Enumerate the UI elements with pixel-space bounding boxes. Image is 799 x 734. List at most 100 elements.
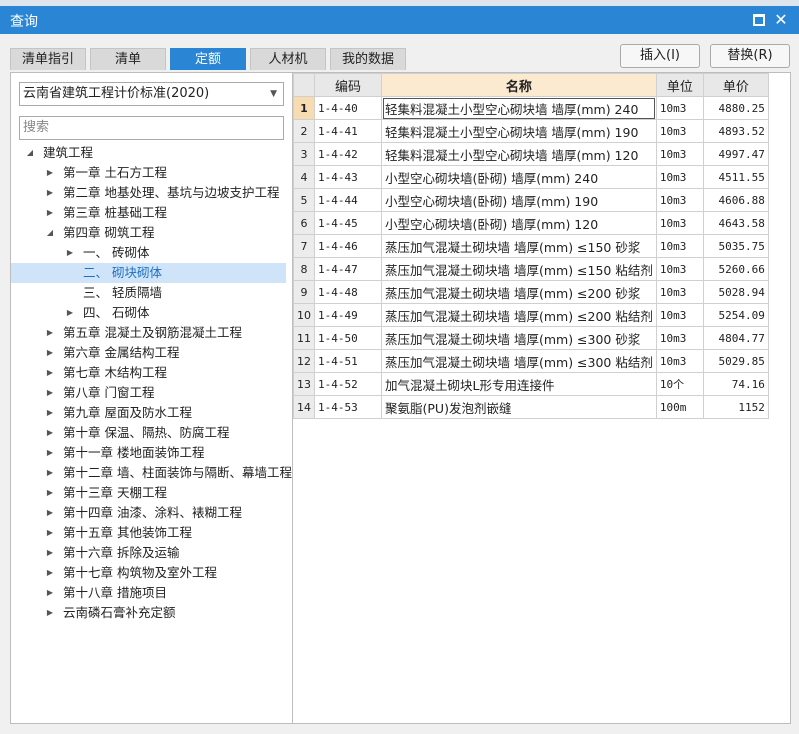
tree-node[interactable]: ◢ 第四章 砌筑工程 — [11, 223, 286, 243]
tree-node[interactable]: ▶ 第八章 门窗工程 — [11, 383, 286, 403]
column-header-unit[interactable]: 单位 — [655, 73, 704, 97]
table-row[interactable]: 10 1-4-49 蒸压加气混凝土砌块墙 墙厚(mm) ≤200 粘结剂 10m3 52… — [293, 303, 769, 327]
collapsed-arrow-icon[interactable]: ▶ — [45, 163, 55, 183]
column-header-name[interactable]: 名称 — [381, 73, 657, 97]
tree-node-label: 第八章 门窗工程 — [63, 385, 155, 400]
tab-quota[interactable]: 定额 — [170, 48, 246, 70]
tree-node[interactable]: 二、 砌块砌体 — [11, 263, 286, 283]
tree-node-label: 第九章 屋面及防水工程 — [63, 405, 192, 420]
table-row[interactable]: 11 1-4-50 蒸压加气混凝土砌块墙 墙厚(mm) ≤300 砂浆 10m3 480… — [293, 326, 769, 350]
collapsed-arrow-icon[interactable]: ▶ — [45, 403, 55, 423]
expanded-arrow-icon[interactable]: ◢ — [45, 223, 55, 243]
collapsed-arrow-icon[interactable]: ▶ — [45, 423, 55, 443]
tree-node[interactable]: ▶ 第十二章 墙、柱面装饰与隔断、幕墙工程 — [11, 463, 292, 483]
cell-unit: 10m3 — [655, 211, 704, 235]
tree-node[interactable]: ▶ 第七章 木结构工程 — [11, 363, 286, 383]
tree-node[interactable]: ▶ 云南磷石膏补充定额 — [11, 603, 286, 623]
table-row[interactable]: 4 1-4-43 小型空心砌块墙(卧砌) 墙厚(mm) 240 10m3 4511.55 — [293, 165, 769, 189]
tree-node[interactable]: ▶ 第五章 混凝土及钢筋混凝土工程 — [11, 323, 286, 343]
table-row[interactable]: 2 1-4-41 轻集料混凝土小型空心砌块墙 墙厚(mm) 190 10m3 4893.… — [293, 119, 769, 143]
tree-node[interactable]: ▶ 第三章 桩基础工程 — [11, 203, 286, 223]
cell-name: 蒸压加气混凝土砌块墙 墙厚(mm) ≤300 砂浆 — [381, 326, 657, 350]
tree-node[interactable]: ▶ 第六章 金属结构工程 — [11, 343, 286, 363]
tree-node[interactable]: ▶ 第十五章 其他装饰工程 — [11, 523, 286, 543]
collapsed-arrow-icon[interactable]: ▶ — [45, 363, 55, 383]
cell-idx: 10 — [293, 303, 315, 327]
insert-button[interactable]: 插入(I) — [620, 44, 700, 68]
tree-node[interactable]: 三、 轻质隔墙 — [11, 283, 286, 303]
table-row[interactable]: 12 1-4-51 蒸压加气混凝土砌块墙 墙厚(mm) ≤300 粘结剂 10m3 50… — [293, 349, 769, 373]
collapsed-arrow-icon[interactable]: ▶ — [45, 463, 55, 483]
cell-price: 4893.52 — [702, 119, 769, 143]
tree-node[interactable]: ▶ 第十六章 拆除及运输 — [11, 543, 286, 563]
tree-node[interactable]: ▶ 第十三章 天棚工程 — [11, 483, 286, 503]
table-row[interactable]: 5 1-4-44 小型空心砌块墙(卧砌) 墙厚(mm) 190 10m3 4606.88 — [293, 188, 769, 212]
tree-node-label: 第十八章 措施项目 — [63, 585, 167, 600]
cell-name: 聚氨脂(PU)发泡剂嵌缝 — [381, 395, 657, 419]
cell-unit: 100m — [655, 395, 704, 419]
tree-node-label: 一、 砖砌体 — [83, 245, 150, 260]
column-header-price[interactable]: 单价 — [702, 73, 769, 97]
cell-price: 4606.88 — [702, 188, 769, 212]
collapsed-arrow-icon[interactable]: ▶ — [45, 563, 55, 583]
collapsed-arrow-icon[interactable]: ▶ — [45, 583, 55, 603]
expanded-arrow-icon[interactable]: ◢ — [25, 143, 35, 163]
dialog-body: 清单指引 清单 定额 人材机 我的数据 插入(I) 替换(R) 云南省建筑工程计… — [0, 34, 799, 734]
collapsed-arrow-icon[interactable]: ▶ — [45, 543, 55, 563]
cell-price: 5035.75 — [702, 234, 769, 258]
cell-idx: 7 — [293, 234, 315, 258]
tree-node-label: 二、 砌块砌体 — [83, 265, 162, 280]
window-title: 查询 — [10, 14, 38, 30]
collapsed-arrow-icon[interactable]: ▶ — [45, 503, 55, 523]
table-row[interactable]: 8 1-4-47 蒸压加气混凝土砌块墙 墙厚(mm) ≤150 粘结剂 10m3 526… — [293, 257, 769, 281]
cell-code: 1-4-43 — [314, 165, 382, 189]
collapsed-arrow-icon[interactable]: ▶ — [45, 603, 55, 623]
standard-select[interactable]: 云南省建筑工程计价标准(2020) ▼ — [19, 82, 284, 106]
collapsed-arrow-icon[interactable]: ▶ — [45, 343, 55, 363]
tab-labor-material-machine[interactable]: 人材机 — [250, 48, 326, 70]
tree-node[interactable]: ▶ 第十一章 楼地面装饰工程 — [11, 443, 286, 463]
collapsed-arrow-icon[interactable]: ▶ — [45, 323, 55, 343]
table-row[interactable]: 7 1-4-46 蒸压加气混凝土砌块墙 墙厚(mm) ≤150 砂浆 10m3 5035… — [293, 234, 769, 258]
tree-node[interactable]: ▶ 第一章 土石方工程 — [11, 163, 286, 183]
collapsed-arrow-icon[interactable]: ▶ — [45, 203, 55, 223]
tree-node-label: 第二章 地基处理、基坑与边坡支护工程 — [63, 185, 280, 200]
table-row[interactable]: 9 1-4-48 蒸压加气混凝土砌块墙 墙厚(mm) ≤200 砂浆 10m3 5028… — [293, 280, 769, 304]
collapsed-arrow-icon[interactable]: ▶ — [45, 443, 55, 463]
search-input[interactable]: 搜索 — [19, 116, 284, 140]
cell-price: 5260.66 — [702, 257, 769, 281]
cell-price: 5029.85 — [702, 349, 769, 373]
table-row[interactable]: 13 1-4-52 加气混凝土砌块L形专用连接件 10个 74.16 — [293, 372, 769, 396]
cell-name: 蒸压加气混凝土砌块墙 墙厚(mm) ≤200 粘结剂 — [381, 303, 657, 327]
tab-my-data[interactable]: 我的数据 — [330, 48, 406, 70]
close-icon[interactable]: ✕ — [774, 12, 788, 28]
tree-node[interactable]: ▶ 一、 砖砌体 — [11, 243, 286, 263]
table-row[interactable]: 3 1-4-42 轻集料混凝土小型空心砌块墙 墙厚(mm) 120 10m3 4997.… — [293, 142, 769, 166]
table-row[interactable]: 14 1-4-53 聚氨脂(PU)发泡剂嵌缝 100m 1152 — [293, 395, 769, 419]
tree-node[interactable]: ▶ 第十章 保温、隔热、防腐工程 — [11, 423, 286, 443]
standard-select-value: 云南省建筑工程计价标准(2020) — [23, 86, 210, 101]
collapsed-arrow-icon[interactable]: ▶ — [45, 523, 55, 543]
column-header-code[interactable]: 编码 — [314, 73, 382, 97]
collapsed-arrow-icon[interactable]: ▶ — [45, 383, 55, 403]
collapsed-arrow-icon[interactable]: ▶ — [65, 303, 75, 323]
tree-node[interactable]: ▶ 第十七章 构筑物及室外工程 — [11, 563, 286, 583]
tree-node[interactable]: ▶ 四、 石砌体 — [11, 303, 286, 323]
table-row[interactable]: 1 1-4-40 轻集料混凝土小型空心砌块墙 墙厚(mm) 240 10m3 4880.… — [293, 96, 769, 120]
tree-node[interactable]: ▶ 第十四章 油漆、涂料、裱糊工程 — [11, 503, 286, 523]
collapsed-arrow-icon[interactable]: ▶ — [65, 243, 75, 263]
maximize-icon[interactable] — [752, 13, 766, 27]
collapsed-arrow-icon[interactable]: ▶ — [45, 483, 55, 503]
tab-list-guide[interactable]: 清单指引 — [10, 48, 86, 70]
tab-list[interactable]: 清单 — [90, 48, 166, 70]
title-bar[interactable]: 查询 ✕ — [0, 6, 799, 34]
tree-node[interactable]: ▶ 第十八章 措施项目 — [11, 583, 286, 603]
tree-node[interactable]: ▶ 第九章 屋面及防水工程 — [11, 403, 286, 423]
collapsed-arrow-icon[interactable]: ▶ — [45, 183, 55, 203]
tree-node[interactable]: ▶ 第二章 地基处理、基坑与边坡支护工程 — [11, 183, 286, 203]
cell-code: 1-4-48 — [314, 280, 382, 304]
replace-button[interactable]: 替换(R) — [710, 44, 790, 68]
tree-node[interactable]: ◢ 建筑工程 — [11, 143, 286, 163]
cell-price: 74.16 — [702, 372, 769, 396]
table-row[interactable]: 6 1-4-45 小型空心砌块墙(卧砌) 墙厚(mm) 120 10m3 4643.58 — [293, 211, 769, 235]
